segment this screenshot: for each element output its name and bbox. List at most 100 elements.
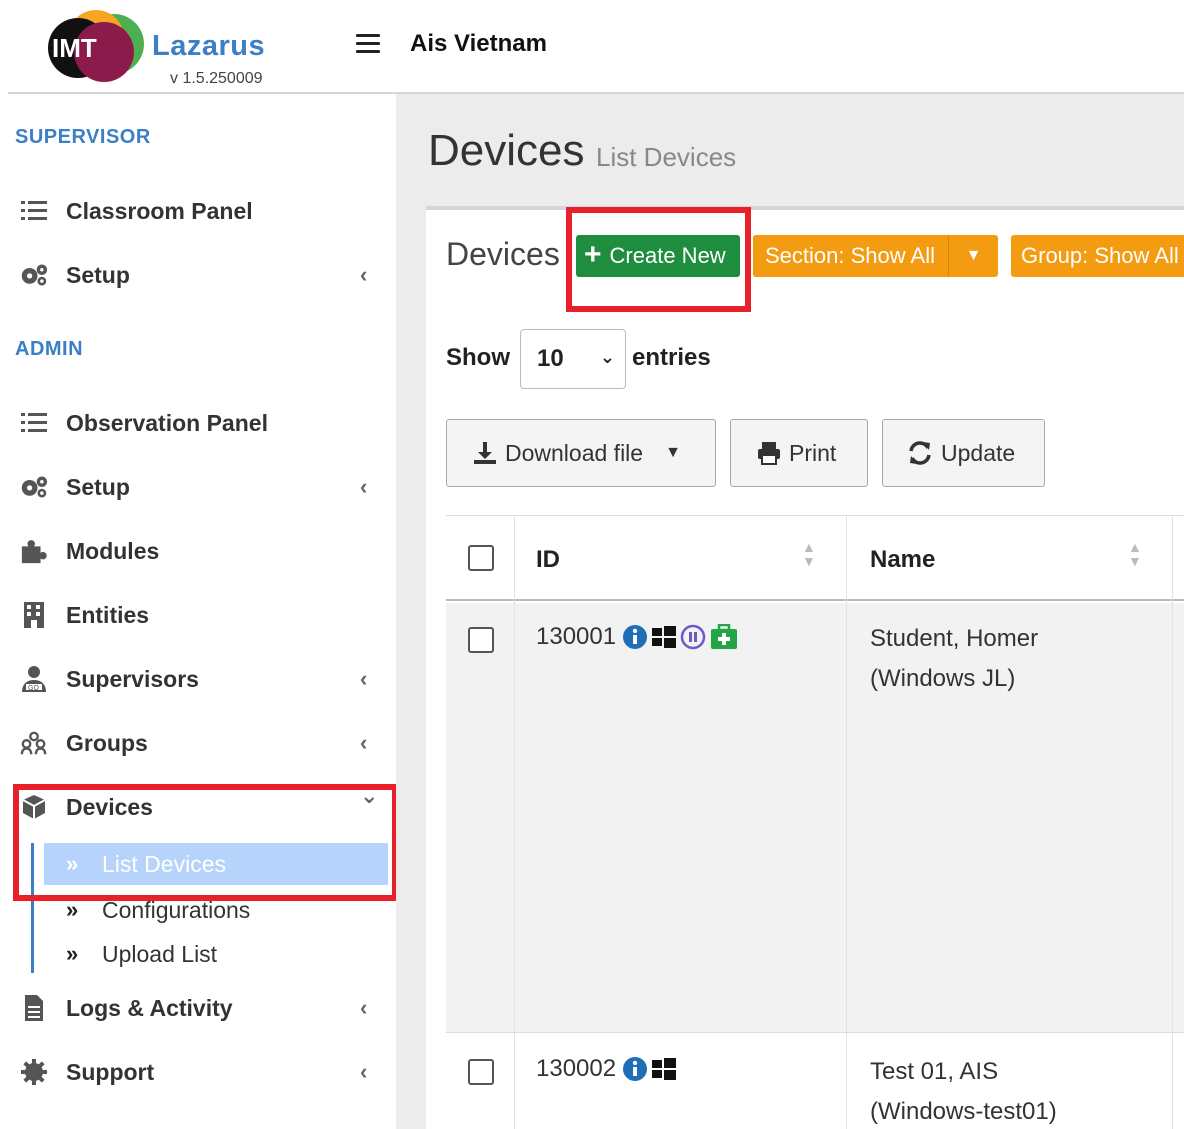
sidebar-item-label: Modules [66, 537, 160, 564]
chevron-left-icon: ‹ [360, 730, 368, 755]
sidebar-item-admin-setup[interactable]: Setup ‹ [0, 465, 396, 509]
info-icon[interactable] [622, 624, 648, 650]
file-icon [20, 994, 48, 1022]
sidebar-item-supervisor-setup[interactable]: Setup ‹ [0, 253, 396, 297]
chevron-left-icon: ‹ [360, 1059, 368, 1084]
section-filter-button[interactable]: Section: Show All ▼ [753, 235, 998, 277]
column-divider [846, 515, 847, 1129]
group-filter-button[interactable]: Group: Show All [1011, 235, 1184, 277]
table-row-bg [446, 603, 1184, 1032]
device-host: (Windows-test01) [870, 1098, 1057, 1125]
sidebar-item-support[interactable]: Support ‹ [0, 1050, 396, 1094]
info-icon[interactable] [622, 1056, 648, 1082]
row-checkbox[interactable] [468, 627, 494, 653]
caret-down-icon: ▼ [665, 444, 681, 461]
device-host: (Windows JL) [870, 665, 1016, 692]
user-tie-icon: GO [20, 665, 48, 693]
caret-down-icon[interactable]: ▼ [948, 235, 998, 277]
sidebar-item-label: Observation Panel [66, 409, 268, 436]
sidebar-item-label: Setup [66, 261, 130, 288]
sidebar-item-modules[interactable]: Modules [0, 529, 396, 573]
app-version: v 1.5.250009 [170, 70, 263, 87]
cogs-icon [20, 261, 48, 289]
sidebar-item-label: Setup [66, 473, 130, 500]
sidebar-item-label: Devices [66, 793, 153, 820]
device-id: 130002 [536, 1055, 617, 1082]
print-button[interactable]: Print [730, 419, 868, 487]
device-id: 130001 [536, 623, 617, 650]
chevron-down-icon: ⌄ [360, 783, 379, 808]
sidebar-item-groups[interactable]: Groups ‹ [0, 721, 396, 765]
chevron-left-icon: ‹ [360, 995, 368, 1020]
sidebar-item-label: Supervisors [66, 665, 199, 692]
update-label: Update [941, 439, 1016, 466]
double-chevron-right-icon: » [66, 941, 79, 966]
refresh-icon [909, 441, 931, 465]
create-new-label: Create New [609, 243, 726, 268]
print-label: Print [789, 439, 837, 466]
table-row-id: 130002 [536, 1055, 677, 1083]
entries-label: entries [632, 344, 711, 371]
medkit-icon[interactable] [710, 624, 738, 650]
menu-toggle-icon[interactable] [356, 34, 380, 56]
sidebar-item-entities[interactable]: Entities [0, 593, 396, 637]
device-user: Test 01, AIS [870, 1058, 999, 1085]
download-icon [474, 442, 496, 464]
page-subtitle: List Devices [596, 142, 737, 172]
organization-name: Ais Vietnam [410, 30, 547, 57]
pause-icon[interactable] [680, 624, 706, 650]
column-divider [514, 515, 515, 1129]
sidebar-subitem-label: Upload List [102, 940, 218, 967]
section-filter-label: Section: Show All [765, 243, 935, 268]
chevron-left-icon: ‹ [360, 666, 368, 691]
update-button[interactable]: Update [882, 419, 1045, 487]
sidebar-item-label: Logs & Activity [66, 994, 233, 1021]
puzzle-icon [20, 537, 48, 565]
list-icon [20, 197, 48, 225]
entries-per-page-select[interactable]: 10 ⌄ [520, 329, 626, 389]
sidebar-item-label: Groups [66, 729, 148, 756]
sidebar-subitem-label: Configurations [102, 896, 251, 923]
create-new-button[interactable]: + Create New [576, 235, 740, 277]
top-header: IMT Lazarus v 1.5.250009 Ais Vietnam [0, 0, 1184, 94]
sidebar-item-logs-activity[interactable]: Logs & Activity ‹ [0, 986, 396, 1030]
sidebar-item-observation-panel[interactable]: Observation Panel [0, 401, 396, 445]
select-all-checkbox[interactable] [468, 545, 494, 571]
sidebar-item-label: Classroom Panel [66, 197, 253, 224]
cogs-icon [20, 473, 48, 501]
devices-table: ID ▲ ▼ Name ▲ ▼ 130001 Student, Homer (Win… [446, 515, 1184, 1129]
sidebar-item-supervisors[interactable]: GO Supervisors ‹ [0, 657, 396, 701]
sidebar-item-classroom-panel[interactable]: Classroom Panel [0, 189, 396, 233]
users-icon [20, 729, 48, 757]
column-header-name[interactable]: Name [870, 546, 935, 574]
download-file-button[interactable]: Download file ▼ [446, 419, 716, 487]
entries-value: 10 [537, 345, 564, 372]
double-chevron-right-icon: » [66, 897, 79, 922]
windows-icon [652, 626, 677, 648]
double-chevron-right-icon: » [66, 851, 79, 876]
sidebar-section-admin: ADMIN [15, 338, 84, 360]
gear-icon [20, 1058, 48, 1086]
box-title: Devices [446, 236, 560, 272]
list-icon [20, 409, 48, 437]
chevron-left-icon: ‹ [360, 474, 368, 499]
submenu-indicator [31, 843, 34, 973]
sidebar-item-devices[interactable]: Devices ⌄ [0, 783, 396, 829]
row-checkbox[interactable] [468, 1059, 494, 1085]
sort-icon[interactable]: ▲ ▼ [802, 540, 816, 568]
print-icon [758, 442, 780, 465]
sort-icon[interactable]: ▲ ▼ [1128, 540, 1142, 568]
sidebar-subitem-list-devices[interactable]: » List Devices [44, 843, 388, 885]
sidebar-subitem-label: List Devices [102, 850, 226, 877]
app-name: Lazarus [152, 30, 266, 62]
table-row-id: 130001 [536, 623, 738, 651]
column-header-id[interactable]: ID [536, 546, 560, 574]
plus-icon: + [584, 237, 602, 271]
page-title: Devices [428, 126, 585, 175]
table-row-name: Test 01, AIS (Windows-test01) [870, 1052, 1057, 1129]
show-label: Show [446, 344, 510, 371]
sidebar-subitem-configurations[interactable]: » Configurations [44, 889, 388, 931]
row-divider [446, 1032, 1184, 1033]
svg-text:GO: GO [28, 685, 39, 692]
sidebar-subitem-upload-list[interactable]: » Upload List [44, 933, 388, 975]
